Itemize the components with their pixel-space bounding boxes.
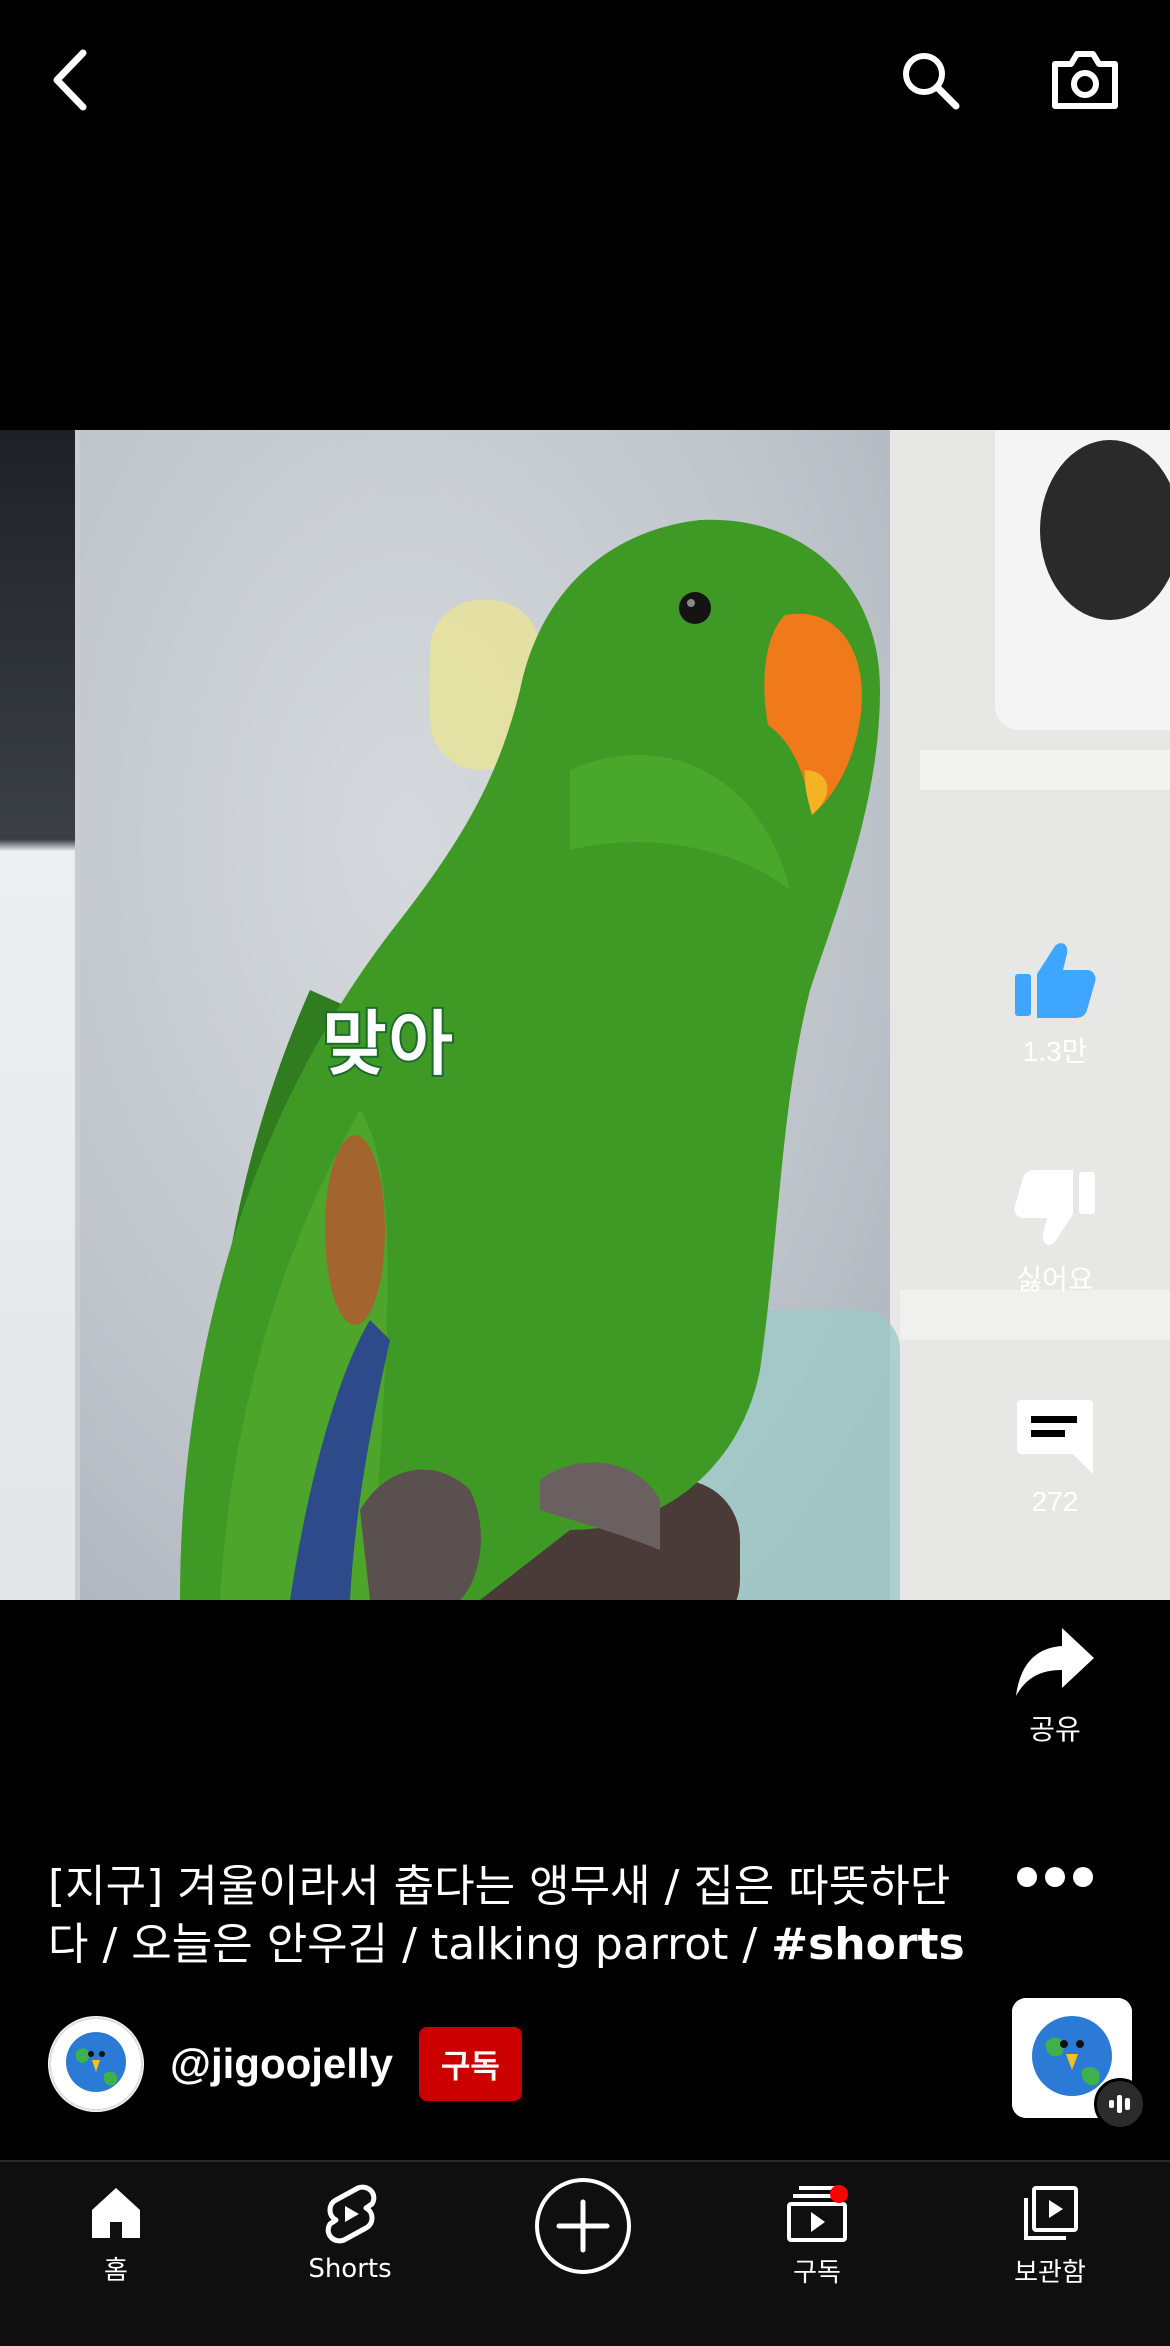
search-icon bbox=[903, 53, 960, 110]
nav-home-label: 홈 bbox=[104, 2256, 128, 2286]
library-icon bbox=[1024, 2186, 1078, 2240]
dislike-label: 싫어요 bbox=[1016, 1264, 1094, 1295]
channel-logo-icon bbox=[49, 2017, 143, 2111]
video-title[interactable]: [지구] 겨울이라서 춥다는 앵무새 / 집은 따뜻하단다 / 오늘은 안우김 … bbox=[48, 1858, 988, 1974]
channel-row: @jigoojelly 구독 bbox=[48, 2014, 522, 2114]
comments-button[interactable]: 272 bbox=[980, 1396, 1130, 1518]
search-button[interactable] bbox=[880, 30, 980, 130]
nav-shorts[interactable]: Shorts bbox=[270, 2184, 430, 2284]
share-icon bbox=[1016, 1628, 1094, 1696]
more-options-button[interactable] bbox=[980, 1864, 1130, 1890]
nav-library[interactable]: 보관함 bbox=[970, 2184, 1130, 2289]
nav-shorts-label: Shorts bbox=[308, 2254, 392, 2284]
camera-button[interactable] bbox=[1035, 30, 1135, 130]
sound-wave-badge bbox=[1094, 2078, 1146, 2130]
thumbs-down-icon bbox=[1014, 1170, 1095, 1245]
like-count: 1.3만 bbox=[1022, 1036, 1088, 1067]
shorts-icon bbox=[325, 2184, 377, 2244]
comment-icon bbox=[1017, 1400, 1093, 1474]
hashtag-link[interactable]: #shorts bbox=[771, 1919, 965, 1970]
more-horizontal-icon bbox=[1017, 1867, 1093, 1887]
video-caption-overlay: 맞아 bbox=[320, 1001, 455, 1087]
subscriptions-icon bbox=[787, 2185, 848, 2242]
like-button[interactable]: 1.3만 bbox=[980, 940, 1130, 1070]
comment-count: 272 bbox=[1031, 1486, 1079, 1517]
home-icon bbox=[92, 2188, 140, 2238]
back-button[interactable] bbox=[30, 30, 110, 130]
subscribe-button[interactable]: 구독 bbox=[418, 2027, 522, 2101]
top-bar bbox=[0, 0, 1170, 160]
create-plus-icon bbox=[556, 2199, 610, 2253]
nav-subscriptions-label: 구독 bbox=[793, 2258, 841, 2288]
chevron-left-icon bbox=[53, 49, 87, 111]
share-button[interactable]: 공유 bbox=[980, 1626, 1130, 1748]
camera-icon bbox=[1052, 51, 1118, 109]
sound-wave-icon bbox=[1109, 2095, 1130, 2113]
nav-subscriptions[interactable]: 구독 bbox=[737, 2184, 897, 2289]
create-button[interactable] bbox=[535, 2178, 631, 2274]
bottom-navigation: 홈 Shorts 구독 보관함 bbox=[0, 2160, 1170, 2346]
nav-home[interactable]: 홈 bbox=[36, 2184, 196, 2287]
channel-avatar[interactable] bbox=[48, 2016, 144, 2112]
thumbs-up-icon bbox=[1015, 943, 1096, 1018]
share-label: 공유 bbox=[1029, 1714, 1081, 1745]
channel-handle[interactable]: @jigoojelly bbox=[170, 2040, 393, 2088]
nav-library-label: 보관함 bbox=[1014, 2258, 1086, 2288]
parrot-illustration bbox=[180, 519, 880, 1600]
dislike-button[interactable]: 싫어요 bbox=[980, 1168, 1130, 1298]
